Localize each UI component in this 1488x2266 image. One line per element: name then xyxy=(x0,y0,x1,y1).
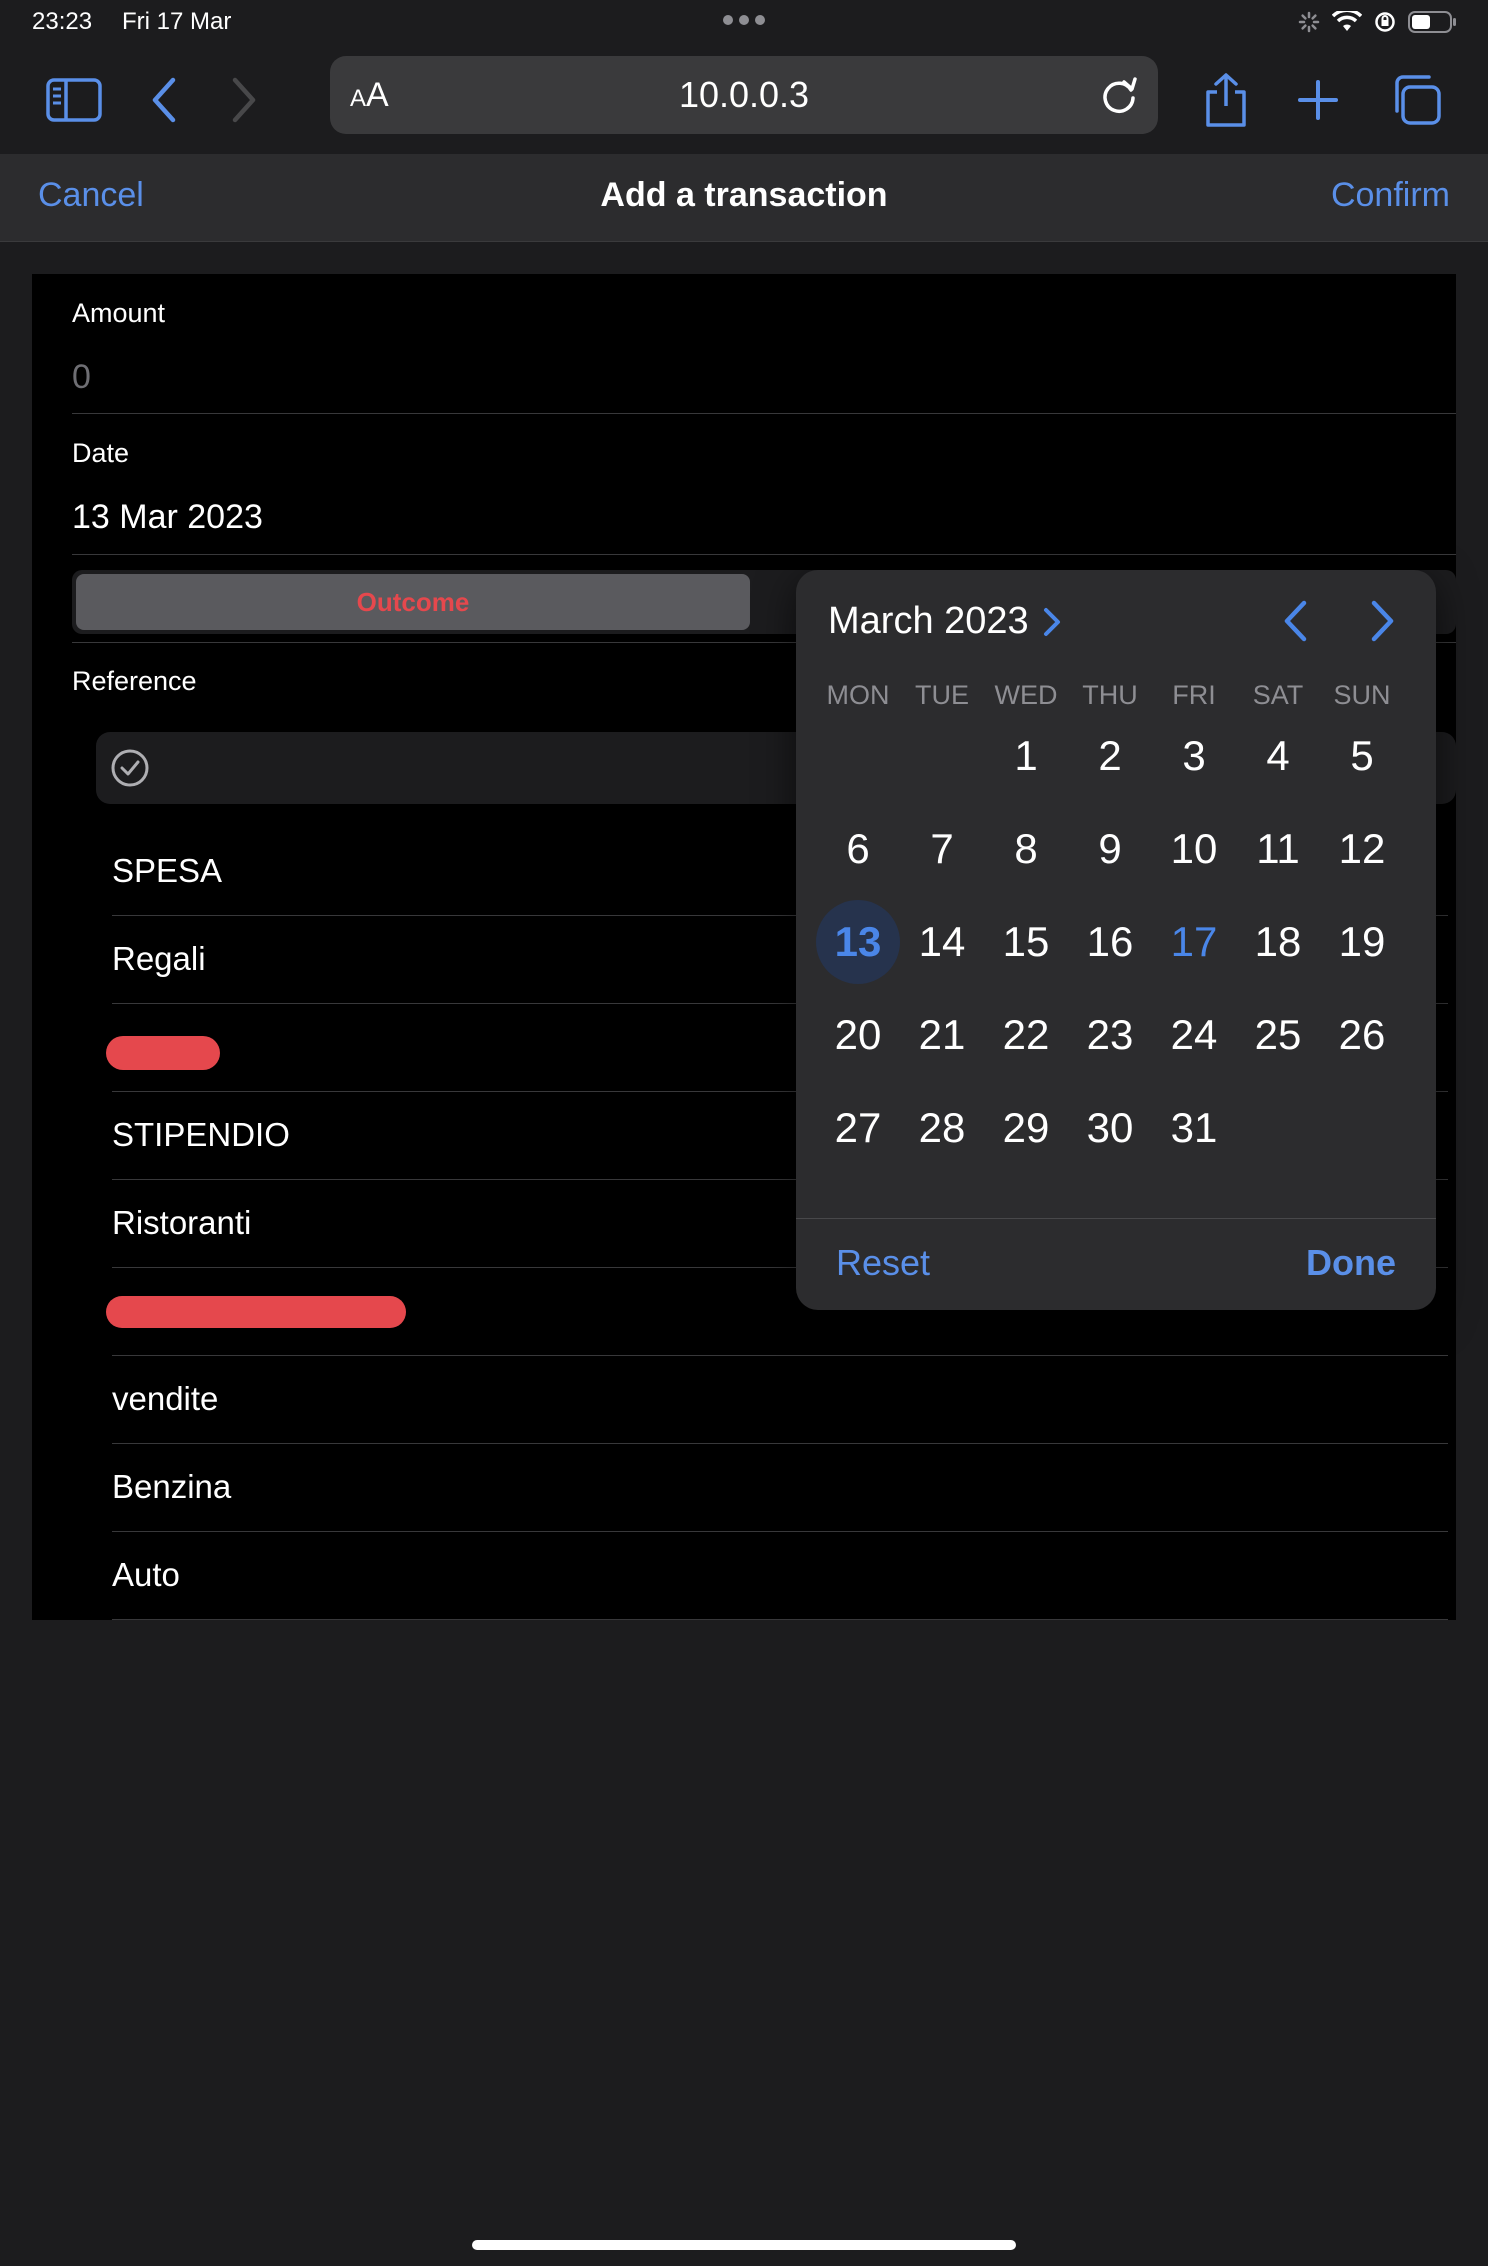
date-picker-popover: March 2023 MON TUE WED THU FRI SAT SUN 1234567… xyxy=(796,570,1436,1310)
calendar-day[interactable]: 7 xyxy=(900,807,984,891)
weekday-label: TUE xyxy=(915,680,969,710)
weekday-label: WED xyxy=(994,680,1058,710)
wifi-icon xyxy=(1332,11,1362,31)
weekday-label: MON xyxy=(826,680,890,710)
share-icon[interactable] xyxy=(1196,70,1256,130)
calendar-day[interactable]: 22 xyxy=(984,993,1068,1077)
calendar-day[interactable]: 19 xyxy=(1320,900,1404,984)
calendar-day[interactable]: 26 xyxy=(1320,993,1404,1077)
calendar-day[interactable]: 13 xyxy=(816,900,900,984)
calendar-day[interactable]: 17 xyxy=(1152,900,1236,984)
forward-icon[interactable] xyxy=(214,70,274,130)
calendar-day[interactable]: 23 xyxy=(1068,993,1152,1077)
calendar-day[interactable]: 18 xyxy=(1236,900,1320,984)
calendar-day[interactable]: 31 xyxy=(1152,1086,1236,1170)
calendar-day[interactable]: 5 xyxy=(1320,714,1404,798)
weekday-label: FRI xyxy=(1172,680,1216,710)
amount-input[interactable]: 0 xyxy=(72,358,91,397)
home-indicator xyxy=(472,2240,1016,2250)
address-bar[interactable]: AA 10.0.0.3 xyxy=(330,56,1158,134)
month-year-label: March 2023 xyxy=(828,600,1029,642)
month-year-selector[interactable]: March 2023 xyxy=(828,600,1061,643)
amount-label: Amount xyxy=(72,298,166,328)
reference-item-label: Ristoranti xyxy=(112,1204,252,1241)
confirm-button[interactable]: Confirm xyxy=(1331,176,1450,215)
url-text: 10.0.0.3 xyxy=(678,74,810,115)
calendar-day[interactable]: 29 xyxy=(984,1086,1068,1170)
calendar-day[interactable]: 2 xyxy=(1068,714,1152,798)
reference-item-label: Benzina xyxy=(112,1468,232,1505)
activity-spinner-icon xyxy=(1298,11,1320,33)
calendar-day[interactable]: 30 xyxy=(1068,1086,1152,1170)
weekday-label: SAT xyxy=(1252,680,1304,710)
browser-toolbar: AA 10.0.0.3 xyxy=(0,48,1488,154)
reference-item-label: STIPENDIO xyxy=(112,1116,290,1153)
previous-month-button[interactable] xyxy=(1270,596,1320,646)
calendar-day[interactable]: 8 xyxy=(984,807,1068,891)
reset-button[interactable]: Reset xyxy=(836,1242,930,1284)
date-label: Date xyxy=(72,438,130,468)
calendar-day[interactable]: 14 xyxy=(900,900,984,984)
multitasking-dots-icon[interactable] xyxy=(720,12,768,30)
tabs-overview-icon[interactable] xyxy=(1386,70,1446,130)
calendar-day[interactable]: 12 xyxy=(1320,807,1404,891)
done-button[interactable]: Done xyxy=(1306,1242,1396,1284)
reference-item-label: Regali xyxy=(112,940,206,977)
reference-label: Reference xyxy=(72,666,197,696)
weekday-label: THU xyxy=(1082,680,1138,710)
status-bar: 23:23 Fri 17 Mar xyxy=(0,0,1488,48)
calendar-day[interactable]: 15 xyxy=(984,900,1068,984)
sidebar-icon[interactable] xyxy=(44,70,104,130)
calendar-day[interactable]: 4 xyxy=(1236,714,1320,798)
segment-outcome[interactable]: Outcome xyxy=(76,574,750,630)
calendar-day[interactable]: 9 xyxy=(1068,807,1152,891)
calendar-day[interactable]: 21 xyxy=(900,993,984,1077)
reference-item-label: vendite xyxy=(112,1380,219,1417)
calendar-day[interactable]: 24 xyxy=(1152,993,1236,1077)
calendar-day[interactable]: 28 xyxy=(900,1086,984,1170)
calendar-day[interactable]: 11 xyxy=(1236,807,1320,891)
date-field[interactable]: 13 Mar 2023 xyxy=(72,498,263,537)
chevron-right-icon xyxy=(1371,600,1394,642)
orientation-lock-icon xyxy=(1375,12,1395,32)
calendar-day[interactable]: 10 xyxy=(1152,807,1236,891)
chevron-right-icon xyxy=(1043,607,1060,636)
new-tab-icon[interactable] xyxy=(1288,70,1348,130)
reference-item[interactable]: Benzina xyxy=(112,1444,1448,1532)
divider xyxy=(72,413,1456,414)
calendar-day[interactable]: 6 xyxy=(816,807,900,891)
reference-item-label: Auto xyxy=(112,1556,180,1593)
reload-icon[interactable] xyxy=(1098,74,1140,116)
calendar-day[interactable]: 20 xyxy=(816,993,900,1077)
modal-nav-bar: Cancel Add a transaction Confirm xyxy=(0,154,1488,242)
page-title: Add a transaction xyxy=(600,176,888,214)
redaction-mark xyxy=(106,1036,220,1070)
redaction-mark xyxy=(106,1296,406,1328)
calendar-day[interactable]: 16 xyxy=(1068,900,1152,984)
reference-item-label: SPESA xyxy=(112,852,223,889)
calendar-day[interactable]: 25 xyxy=(1236,993,1320,1077)
checkmark-circle-icon xyxy=(111,749,149,787)
divider xyxy=(796,1218,1436,1219)
calendar-day[interactable]: 1 xyxy=(984,714,1068,798)
next-month-button[interactable] xyxy=(1358,596,1408,646)
status-date: Fri 17 Mar xyxy=(122,8,232,35)
reference-item[interactable]: vendite xyxy=(112,1356,1448,1444)
status-icons xyxy=(1298,10,1458,34)
status-time: 23:23 xyxy=(32,8,93,35)
calendar-day[interactable]: 3 xyxy=(1152,714,1236,798)
weekday-label: SUN xyxy=(1333,680,1391,710)
reference-item[interactable]: Auto xyxy=(112,1532,1448,1620)
weekday-header: MON TUE WED THU FRI SAT SUN xyxy=(816,680,1416,714)
back-icon[interactable] xyxy=(134,70,194,130)
calendar-day[interactable]: 27 xyxy=(816,1086,900,1170)
battery-icon xyxy=(1408,11,1456,33)
divider xyxy=(72,554,1456,555)
chevron-left-icon xyxy=(1284,600,1307,642)
